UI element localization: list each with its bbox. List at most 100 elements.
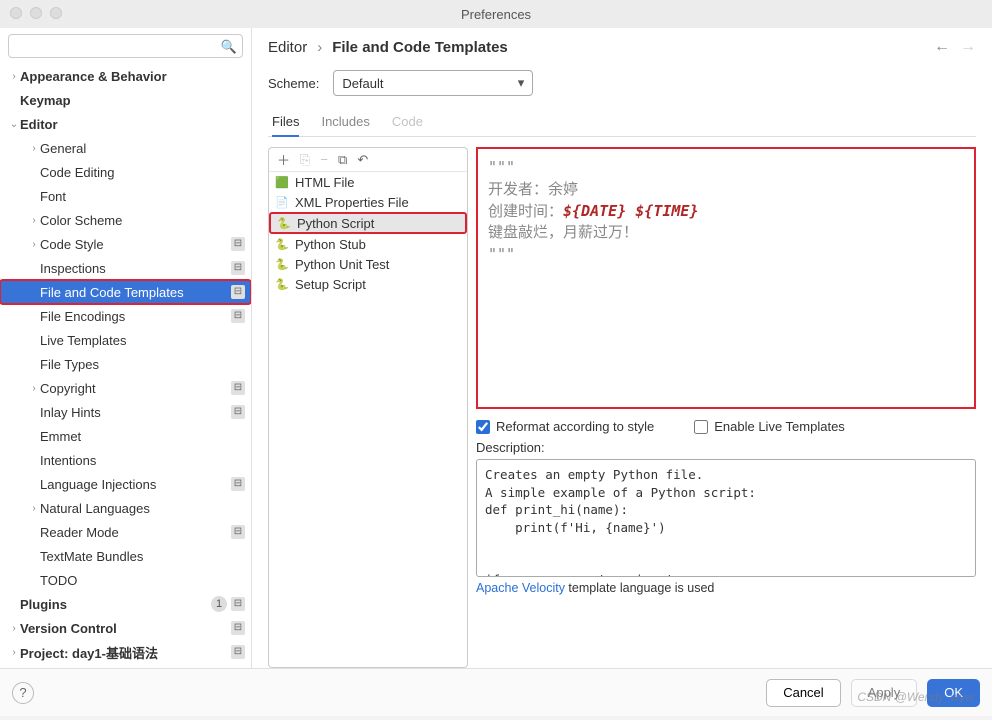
minimize-window-icon[interactable] (30, 7, 42, 19)
chevron-icon: › (28, 143, 40, 154)
chevron-icon: › (28, 383, 40, 394)
template-list-panel: ＋ ⎘ − ⧉ ↶ 🟩HTML File📄XML Properties File… (268, 147, 468, 668)
sidebar-item[interactable]: ›General (0, 136, 251, 160)
template-language-note: Apache Velocity template language is use… (476, 581, 976, 595)
sidebar-item-label: Font (40, 189, 245, 204)
template-code-editor[interactable]: """ 开发者：余婷 创建时间：${DATE} ${TIME} 键盘敲烂，月薪过… (476, 147, 976, 409)
add-template-icon[interactable]: ＋ (277, 150, 290, 169)
sidebar: 🔍 ›Appearance & BehaviorKeymap⌄Editor›Ge… (0, 28, 252, 668)
sidebar-item[interactable]: Reader Mode⊟ (0, 520, 251, 544)
live-templates-option[interactable]: Enable Live Templates (694, 419, 845, 434)
template-tabs: Files Includes Code (268, 108, 976, 137)
sidebar-item[interactable]: Inlay Hints⊟ (0, 400, 251, 424)
sidebar-item-label: Copyright (40, 381, 227, 396)
sidebar-item[interactable]: TextMate Bundles (0, 544, 251, 568)
project-scope-icon: ⊟ (231, 621, 245, 635)
sidebar-item-label: Language Injections (40, 477, 227, 492)
sidebar-item[interactable]: Code Editing (0, 160, 251, 184)
file-type-icon: 🐍 (275, 257, 289, 271)
breadcrumb: Editor › File and Code Templates (268, 39, 508, 56)
template-item-label: Python Script (297, 216, 374, 231)
template-item[interactable]: 🐍Python Script (269, 212, 467, 234)
cancel-button[interactable]: Cancel (766, 679, 840, 707)
template-item[interactable]: 🟩HTML File (269, 172, 467, 192)
traffic-lights (10, 7, 62, 19)
tab: Code (392, 108, 423, 136)
titlebar: Preferences (0, 0, 992, 28)
sidebar-item-label: Version Control (20, 621, 227, 636)
sidebar-item-label: Live Templates (40, 333, 245, 348)
template-item-label: Python Unit Test (295, 257, 389, 272)
scheme-select[interactable]: Default (333, 70, 533, 96)
sidebar-item-label: General (40, 141, 245, 156)
close-window-icon[interactable] (10, 7, 22, 19)
count-badge: 1 (211, 596, 227, 612)
sidebar-item-label: Natural Languages (40, 501, 245, 516)
sidebar-item-label: TextMate Bundles (40, 549, 245, 564)
template-item[interactable]: 📄XML Properties File (269, 192, 467, 212)
add-child-template-icon: ⎘ (300, 152, 310, 168)
zoom-window-icon[interactable] (50, 7, 62, 19)
chevron-icon: › (8, 623, 20, 634)
apply-button: Apply (851, 679, 918, 707)
reformat-checkbox[interactable] (476, 420, 490, 434)
sidebar-item-label: File and Code Templates (40, 285, 227, 300)
sidebar-item[interactable]: ⌄Editor (0, 112, 251, 136)
project-scope-icon: ⊟ (231, 381, 245, 395)
copy-template-icon[interactable]: ⧉ (338, 152, 347, 168)
sidebar-item[interactable]: ›Code Style⊟ (0, 232, 251, 256)
file-type-icon: 🐍 (275, 237, 289, 251)
sidebar-item-label: Appearance & Behavior (20, 69, 245, 84)
code-line: 键盘敲烂，月薪过万！ (488, 222, 964, 244)
reformat-option[interactable]: Reformat according to style (476, 419, 654, 434)
tab[interactable]: Includes (321, 108, 369, 136)
sidebar-item[interactable]: Font (0, 184, 251, 208)
sidebar-item[interactable]: Keymap (0, 88, 251, 112)
chevron-icon: › (28, 503, 40, 514)
live-templates-checkbox[interactable] (694, 420, 708, 434)
sidebar-item[interactable]: Emmet (0, 424, 251, 448)
chevron-icon: › (8, 71, 20, 82)
sidebar-item[interactable]: Plugins1⊟ (0, 592, 251, 616)
breadcrumb-current: File and Code Templates (332, 39, 508, 56)
search-input[interactable] (8, 34, 243, 58)
sidebar-item[interactable]: Language Injections ⊟ (0, 472, 251, 496)
sidebar-item[interactable]: Live Templates (0, 328, 251, 352)
sidebar-item[interactable]: ›Natural Languages (0, 496, 251, 520)
sidebar-item[interactable]: ›Project: day1-基础语法⊟ (0, 640, 251, 664)
search-bar: 🔍 (0, 28, 251, 64)
options-row: Reformat according to style Enable Live … (476, 419, 976, 434)
sidebar-item[interactable]: ›Version Control ⊟ (0, 616, 251, 640)
apache-velocity-link[interactable]: Apache Velocity (476, 581, 565, 595)
template-toolbar: ＋ ⎘ − ⧉ ↶ (269, 148, 467, 172)
breadcrumb-editor[interactable]: Editor (268, 39, 307, 56)
sidebar-item-label: Code Style (40, 237, 227, 252)
sidebar-item-label: Code Editing (40, 165, 245, 180)
sidebar-item[interactable]: ›Color Scheme (0, 208, 251, 232)
description-box[interactable]: Creates an empty Python file. A simple e… (476, 459, 976, 577)
sidebar-item[interactable]: Intentions (0, 448, 251, 472)
sidebar-item[interactable]: File Types (0, 352, 251, 376)
code-line: 创建时间：${DATE} ${TIME} (488, 201, 964, 223)
sidebar-item[interactable]: ›Appearance & Behavior (0, 64, 251, 88)
sidebar-item-label: Keymap (20, 93, 245, 108)
sidebar-item-label: File Types (40, 357, 245, 372)
help-button[interactable]: ? (12, 682, 34, 704)
back-button[interactable]: ← (934, 38, 950, 56)
project-scope-icon: ⊟ (231, 477, 245, 491)
template-item[interactable]: 🐍Setup Script (269, 274, 467, 294)
sidebar-item[interactable]: Inspections⊟ (0, 256, 251, 280)
tab[interactable]: Files (272, 108, 299, 137)
template-item[interactable]: 🐍 Python Stub (269, 234, 467, 254)
sidebar-item[interactable]: File and Code Templates⊟ (0, 280, 251, 304)
sidebar-item[interactable]: ›Copyright ⊟ (0, 376, 251, 400)
revert-icon[interactable]: ↶ (357, 152, 368, 168)
chevron-icon: › (8, 647, 20, 658)
template-item-label: XML Properties File (295, 195, 409, 210)
forward-button: → (960, 38, 976, 56)
template-item[interactable]: 🐍 Python Unit Test (269, 254, 467, 274)
template-item-label: Python Stub (295, 237, 366, 252)
ok-button[interactable]: OK (927, 679, 980, 707)
sidebar-item[interactable]: File Encodings⊟ (0, 304, 251, 328)
sidebar-item[interactable]: TODO (0, 568, 251, 592)
